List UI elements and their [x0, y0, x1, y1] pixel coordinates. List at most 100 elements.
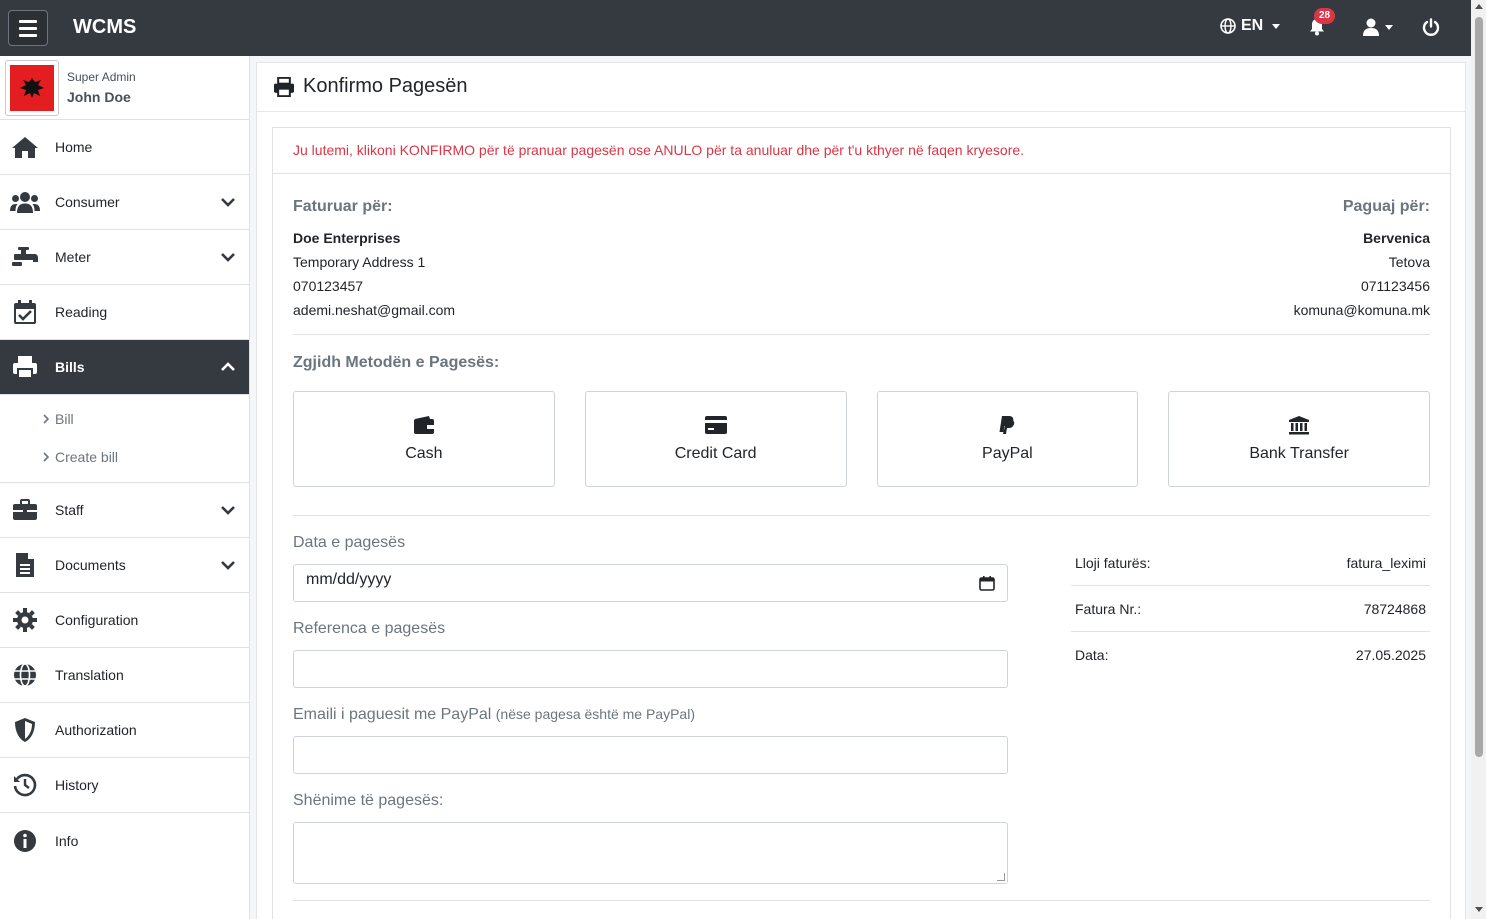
paypal-email-label: Emaili i paguesit me PayPal (nëse pagesa…	[293, 706, 695, 724]
scroll-down-arrow-icon[interactable]	[1475, 907, 1483, 912]
payment-reference-input[interactable]	[293, 650, 1008, 688]
printer-icon	[10, 354, 40, 380]
table-row: Lloji faturës: fatura_leximi	[1071, 540, 1430, 586]
chevron-down-icon	[221, 249, 235, 265]
sidebar-item-bills[interactable]: Bills	[0, 340, 249, 395]
invoice-date-value: 27.05.2025	[1355, 647, 1426, 663]
top-navbar: WCMS EN 28	[0, 0, 1471, 56]
confirm-payment-card: Konfirmo Pagesën Ju lutemi, klikoni KONF…	[256, 62, 1466, 919]
sidebar-item-documents[interactable]: Documents	[0, 538, 249, 593]
sidebar-item-label: Configuration	[55, 612, 139, 628]
wallet-icon	[413, 416, 434, 434]
method-label: PayPal	[982, 445, 1033, 462]
scrollbar-thumb[interactable]	[1475, 17, 1483, 757]
chevron-down-icon	[221, 194, 235, 210]
menu-toggle-button[interactable]	[8, 10, 48, 46]
submenu-item-bill[interactable]: Bill	[43, 411, 74, 427]
user-name[interactable]: John Doe	[67, 89, 131, 105]
paypal-icon	[999, 416, 1015, 434]
billed-to-email: ademi.neshat@gmail.com	[293, 302, 456, 318]
info-icon	[10, 828, 40, 854]
payment-panel: Ju lutemi, klikoni KONFIRMO për të pranu…	[272, 127, 1451, 919]
chevron-right-icon	[43, 411, 50, 427]
pay-to-heading: Paguaj për:	[1342, 198, 1430, 215]
home-icon	[10, 134, 40, 160]
sidebar-item-home[interactable]: Home	[0, 120, 249, 175]
invoice-number-value: 78724868	[1363, 600, 1426, 617]
shield-icon	[10, 717, 40, 743]
user-panel: Super Admin John Doe	[0, 56, 249, 120]
payment-date-input[interactable]: mm/dd/yyyy	[293, 564, 1008, 602]
user-dropdown[interactable]	[1363, 18, 1393, 36]
sidebar-item-translation[interactable]: Translation	[0, 648, 249, 703]
method-label: Cash	[405, 445, 443, 462]
sidebar-item-label: Home	[55, 139, 93, 155]
payment-date-label: Data e pagesës	[293, 534, 406, 551]
payment-reference-label: Referenca e pagesës	[293, 620, 446, 637]
sidebar-item-info[interactable]: Info	[0, 813, 249, 868]
method-paypal-button[interactable]: PayPal	[876, 391, 1139, 487]
sidebar: Super Admin John Doe Home Consumer Meter…	[0, 56, 250, 919]
chevron-down-icon	[221, 557, 235, 573]
sidebar-item-label: Meter	[55, 249, 91, 265]
language-dropdown[interactable]: EN	[1220, 17, 1281, 35]
calendar-check-icon	[10, 299, 40, 325]
brand-logo[interactable]: WCMS	[73, 16, 136, 39]
chevron-up-icon	[221, 359, 235, 375]
page-title: Konfirmo Pagesën	[273, 75, 468, 98]
submenu-item-label: Bill	[55, 411, 74, 427]
caret-down-icon	[1272, 23, 1281, 29]
language-label: EN	[1241, 17, 1264, 34]
sidebar-item-label: Staff	[55, 502, 84, 518]
payment-notes-textarea[interactable]	[293, 822, 1008, 884]
history-icon	[10, 772, 40, 798]
billed-to-name: Doe Enterprises	[293, 230, 401, 246]
pay-to-city: Tetova	[1388, 254, 1430, 270]
hamburger-line	[19, 33, 37, 37]
method-bank-transfer-button[interactable]: Bank Transfer	[1168, 391, 1430, 487]
hamburger-line	[19, 26, 37, 30]
method-cash-button[interactable]: Cash	[293, 391, 555, 487]
globe-icon	[10, 662, 40, 688]
users-icon	[10, 189, 40, 215]
pay-to-phone: 071123456	[1360, 278, 1430, 294]
user-role: Super Admin	[67, 70, 136, 84]
notification-badge: 28	[1314, 8, 1336, 24]
sidebar-item-label: Bills	[55, 359, 85, 375]
billed-to-address: Doe Enterprises Temporary Address 1 0701…	[293, 226, 455, 322]
sidebar-item-staff[interactable]: Staff	[0, 483, 249, 538]
method-label: Credit Card	[674, 445, 757, 462]
payment-notes-label: Shënime të pagesës:	[293, 792, 444, 809]
briefcase-icon	[10, 497, 40, 523]
resize-handle-icon[interactable]	[997, 873, 1005, 881]
page-scrollbar[interactable]	[1471, 0, 1486, 919]
sidebar-item-reading[interactable]: Reading	[0, 285, 249, 340]
sidebar-item-history[interactable]: History	[0, 758, 249, 813]
scroll-up-arrow-icon[interactable]	[1475, 4, 1483, 9]
instruction-alert: Ju lutemi, klikoni KONFIRMO për të pranu…	[273, 128, 1450, 174]
invoice-info-table: Lloji faturës: fatura_leximi Fatura Nr.:…	[1071, 540, 1430, 678]
sidebar-item-meter[interactable]: Meter	[0, 230, 249, 285]
gear-icon	[10, 607, 40, 633]
submenu-item-label: Create bill	[55, 449, 119, 465]
payment-method-heading: Zgjidh Metodën e Pagesës:	[293, 354, 500, 371]
method-credit-card-button[interactable]: Credit Card	[584, 391, 847, 487]
sidebar-item-authorization[interactable]: Authorization	[0, 703, 249, 758]
billed-to-heading: Faturuar për:	[293, 198, 393, 215]
power-icon	[1422, 18, 1440, 36]
submenu-item-create-bill[interactable]: Create bill	[43, 449, 118, 465]
sidebar-item-label: Documents	[55, 557, 126, 573]
calendar-icon[interactable]	[979, 575, 995, 596]
billed-to-street: Temporary Address 1	[293, 254, 426, 270]
paypal-email-input[interactable]	[293, 736, 1008, 774]
bank-icon	[1289, 416, 1310, 435]
pay-to-address: Bervenica Tetova 071123456 komuna@komuna…	[1294, 226, 1430, 322]
sidebar-item-consumer[interactable]: Consumer	[0, 175, 249, 230]
logout-button[interactable]	[1422, 18, 1440, 39]
payment-methods: Cash Credit Card PayPal Bank Transfer	[293, 391, 1430, 487]
sidebar-item-configuration[interactable]: Configuration	[0, 593, 249, 648]
sidebar-item-label: Authorization	[55, 722, 137, 738]
chevron-down-icon	[221, 502, 235, 518]
table-row: Fatura Nr.: 78724868	[1071, 586, 1430, 632]
date-placeholder: mm/dd/yyyy	[306, 571, 392, 588]
